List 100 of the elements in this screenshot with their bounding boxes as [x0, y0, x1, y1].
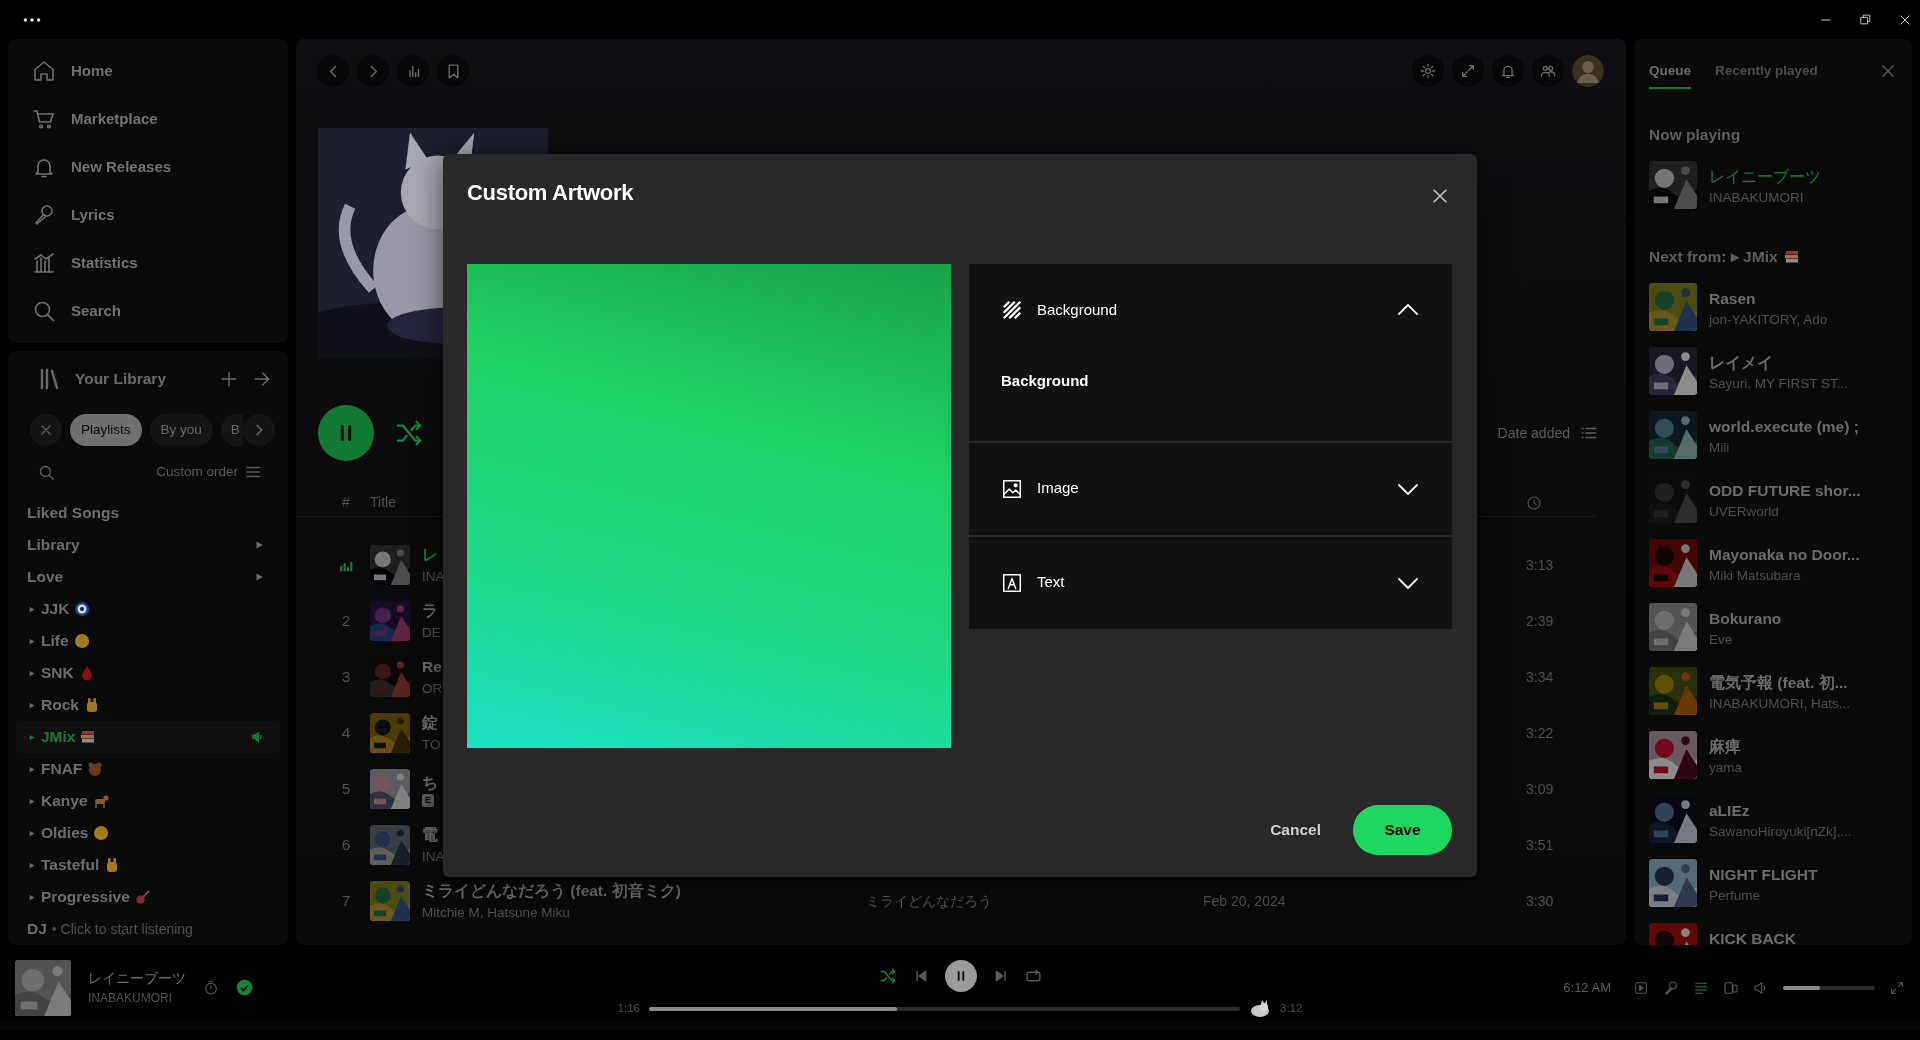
library-item[interactable]: JJK — [16, 593, 280, 625]
restore-icon[interactable] — [1859, 13, 1872, 26]
notifications-button[interactable] — [1492, 55, 1524, 87]
expand-button[interactable] — [1452, 55, 1484, 87]
song-title[interactable]: 電気予報 (feat. 初... — [1709, 671, 1848, 695]
song-title[interactable]: レイメイ — [1709, 351, 1773, 375]
accordion-header[interactable]: Text — [969, 536, 1452, 629]
song-title[interactable]: NIGHT FLIGHT — [1709, 863, 1818, 887]
nav-item[interactable]: Marketplace — [8, 95, 288, 143]
library-item[interactable]: FNAF — [16, 753, 280, 785]
song-artist: SawanoHiroyuki[nZk],... — [1709, 823, 1852, 842]
shuffle-icon[interactable] — [394, 418, 424, 448]
progress-bar[interactable] — [649, 1007, 1240, 1011]
tab[interactable]: Queue — [1649, 60, 1691, 90]
song-title[interactable]: KICK BACK — [1709, 927, 1796, 945]
nav-item[interactable]: Home — [8, 47, 288, 95]
section-heading: Next from: ▸ JMix — [1649, 247, 1778, 268]
song-artist: yama — [1709, 759, 1742, 778]
song-artist: jon-YAKITORY, Ado — [1709, 311, 1828, 330]
dj-label[interactable]: DJ — [27, 917, 47, 941]
library-item[interactable]: Love — [16, 561, 280, 593]
song-title[interactable]: 麻痺 — [1709, 735, 1741, 759]
nav-item[interactable]: Lyrics — [8, 191, 288, 239]
stripes-icon — [1001, 299, 1023, 321]
track-artist: INA — [422, 567, 445, 586]
track-album: ミライどんなだろう — [866, 893, 992, 909]
image-icon — [1001, 477, 1023, 500]
avatar[interactable] — [1572, 55, 1604, 87]
library-item[interactable]: Oldies — [16, 817, 280, 849]
track-duration: 3:13 — [1526, 557, 1554, 573]
sort-button[interactable]: Date added — [1497, 422, 1598, 444]
now-playing-icon[interactable] — [1633, 979, 1649, 996]
song-title[interactable]: world.execute (me) ; — [1709, 415, 1859, 439]
nav-item[interactable]: Statistics — [8, 239, 288, 287]
track-number: 5 — [341, 780, 351, 798]
eye-icon — [74, 601, 91, 617]
library-item[interactable]: Progressive — [16, 881, 280, 913]
microphone-icon — [32, 203, 56, 227]
filter-chip[interactable]: Playlists — [70, 414, 142, 446]
library-item[interactable]: Rock — [16, 689, 280, 721]
track-title: ミライどんなだろう (feat. 初音ミク) — [422, 881, 681, 902]
song-title[interactable]: レイニーブーツ — [1709, 165, 1821, 189]
song-artist[interactable]: INABAKUMORI — [88, 989, 172, 1007]
check-icon[interactable] — [236, 979, 253, 996]
filter-chip[interactable]: B — [220, 414, 243, 446]
search-icon[interactable] — [38, 463, 55, 481]
settings-button[interactable] — [1412, 55, 1444, 87]
song-title[interactable]: Bokurano — [1709, 607, 1782, 631]
song-title[interactable]: aLIEz — [1709, 799, 1750, 823]
caret-icon — [27, 604, 36, 614]
library-item[interactable]: Tasteful — [16, 849, 280, 881]
track-duration: 2:39 — [1526, 613, 1554, 629]
tab[interactable]: Recently played — [1715, 60, 1818, 90]
song-title[interactable]: Rasen — [1709, 287, 1756, 311]
bell-icon — [1500, 63, 1516, 79]
bear-icon — [87, 761, 104, 777]
track-title: ラ — [422, 601, 438, 622]
settings-icon — [1420, 63, 1436, 79]
column-header: Title — [370, 493, 397, 512]
pause-button[interactable] — [318, 405, 374, 461]
library-item[interactable]: Kanye — [16, 785, 280, 817]
song-title[interactable]: レイニーブーツ — [88, 968, 186, 989]
volume-slider[interactable] — [1783, 985, 1875, 990]
stats-button[interactable] — [397, 55, 429, 87]
track-artist: TO — [422, 735, 441, 754]
library-item[interactable]: SNK — [16, 657, 280, 689]
library-item[interactable]: Life — [16, 625, 280, 657]
song-title[interactable]: Mayonaka no Door... — [1709, 543, 1860, 567]
timer-icon[interactable] — [203, 979, 219, 996]
nav-item[interactable]: Search — [8, 287, 288, 335]
clock-icon — [1526, 495, 1542, 512]
sort-button[interactable]: Custom order — [156, 461, 262, 483]
library-item[interactable]: JMix — [16, 721, 280, 753]
track-duration: 3:22 — [1526, 725, 1554, 741]
save-button[interactable]: Save — [1353, 805, 1452, 855]
dj-hint: • Click to start listening — [51, 919, 193, 939]
nav-item[interactable]: New Releases — [8, 143, 288, 191]
close-icon[interactable] — [1898, 12, 1912, 27]
guitar-icon — [134, 889, 151, 905]
cat-icon — [1249, 1000, 1271, 1018]
microphone-icon[interactable] — [1663, 979, 1679, 996]
library-item[interactable]: Library — [16, 529, 280, 561]
song-title[interactable]: ODD FUTURE shor... — [1709, 479, 1861, 503]
fullscreen-icon[interactable] — [1889, 979, 1905, 996]
setting-label: Background — [1001, 372, 1089, 389]
accordion-header[interactable]: Background — [969, 264, 1452, 356]
library-title[interactable]: Your Library — [75, 367, 166, 391]
bookmark-button[interactable] — [437, 55, 469, 87]
close-icon — [39, 423, 53, 437]
song-artist: UVERworld — [1709, 503, 1779, 522]
friends-button[interactable] — [1532, 55, 1564, 87]
shuffle-icon[interactable] — [878, 967, 897, 985]
plus-icon[interactable] — [219, 369, 239, 389]
devices-icon[interactable] — [1723, 979, 1739, 996]
pause-button[interactable] — [944, 960, 977, 992]
accordion-header[interactable]: Image — [969, 442, 1452, 535]
library-item[interactable]: Liked Songs — [16, 497, 280, 529]
filter-chip[interactable]: By you — [149, 414, 213, 446]
cancel-button[interactable]: Cancel — [1270, 818, 1321, 842]
clock-time: 6:12 AM — [1563, 978, 1611, 997]
